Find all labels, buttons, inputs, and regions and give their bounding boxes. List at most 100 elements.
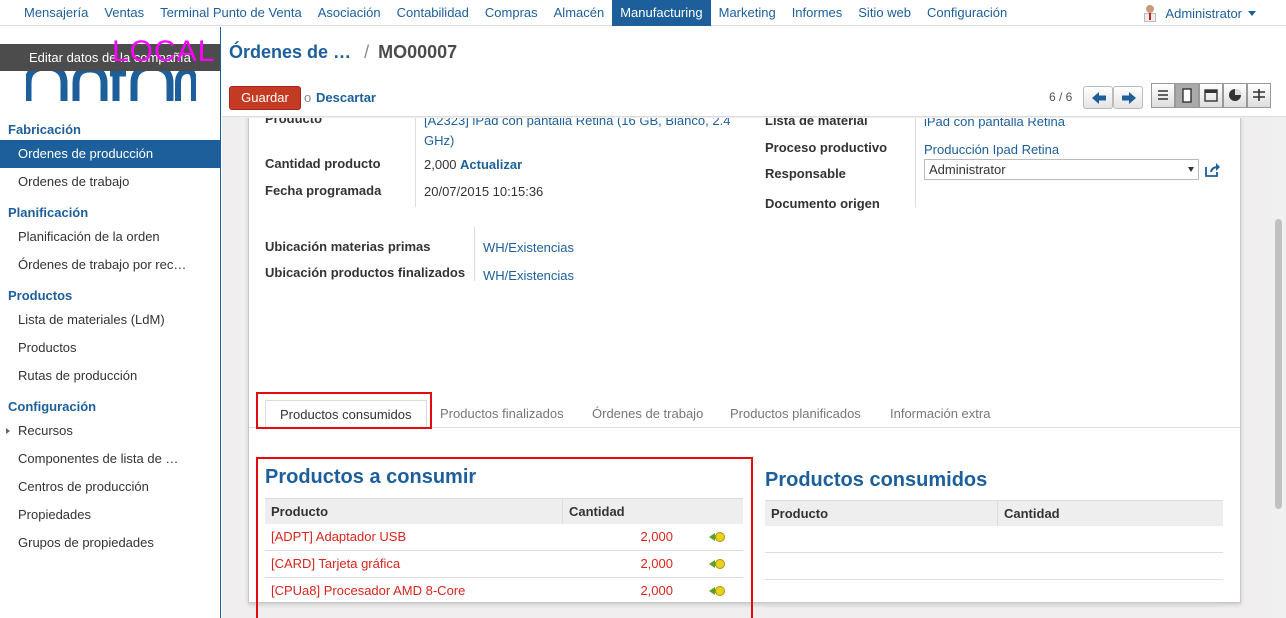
raw-location-field[interactable]: WH/Existencias <box>483 240 574 255</box>
or-text: o <box>304 90 312 105</box>
menu-marketing[interactable]: Marketing <box>711 0 784 26</box>
form-view-button[interactable] <box>1175 83 1199 108</box>
form-icon <box>1182 88 1192 103</box>
discard-button[interactable]: Descartar <box>316 90 376 105</box>
tab-productos-planificados[interactable]: Productos planificados <box>716 400 875 428</box>
tab-ordenes-trabajo[interactable]: Órdenes de trabajo <box>578 400 717 428</box>
avatar <box>1143 4 1157 22</box>
field-divider <box>474 227 475 281</box>
menu-compras[interactable]: Compras <box>477 0 546 26</box>
calendar-view-button[interactable] <box>1199 83 1223 108</box>
col-qty[interactable]: Cantidad <box>563 499 625 524</box>
consumed-title: Productos consumidos <box>765 469 988 491</box>
product-field[interactable]: [A2323] iPad con pantalla Retina (16 GB,… <box>424 118 744 151</box>
finished-location-label: Ubicación productos finalizados <box>265 265 466 280</box>
menu-almacen[interactable]: Almacén <box>546 0 613 26</box>
consume-product-icon[interactable] <box>709 531 725 543</box>
form-sheet: Producto [A2323] iPad con pantalla Retin… <box>248 118 1241 618</box>
gantt-view-button[interactable] <box>1247 83 1271 108</box>
date-field[interactable]: 20/07/2015 10:15:36 <box>424 184 543 199</box>
user-name: Administrator <box>1165 5 1242 21</box>
menu-informes[interactable]: Informes <box>784 0 851 26</box>
row-product: [ADPT] Adaptador USB <box>271 529 407 544</box>
table-row[interactable]: [CARD] Tarjeta gráfica 2,000 <box>265 551 743 578</box>
vertical-scrollbar[interactable] <box>1271 118 1286 618</box>
sidebar-item-ordenes-produccion[interactable]: Ordenes de producción <box>0 140 220 168</box>
sidebar-item-rutas[interactable]: Rutas de producción <box>0 362 220 390</box>
menu-sitio-web[interactable]: Sitio web <box>850 0 919 26</box>
table-header: Producto Cantidad <box>765 500 1223 526</box>
highlight-tab-box <box>256 392 432 429</box>
sidebar-item-planificacion-orden[interactable]: Planificación de la orden <box>0 223 220 251</box>
sidebar-item-grupos-propiedades[interactable]: Grupos de propiedades <box>0 529 220 557</box>
bom-field[interactable]: iPad con pantalla Retina <box>924 118 1065 129</box>
breadcrumb: Órdenes de … / MO00007 <box>229 42 457 63</box>
section-fabricacion: Fabricación <box>8 122 81 137</box>
graph-view-button[interactable] <box>1223 83 1247 108</box>
main-content: Órdenes de … / MO00007 Guardar o Descart… <box>222 27 1286 618</box>
responsible-select[interactable]: Administrator <box>924 159 1199 180</box>
pie-chart-icon <box>1229 89 1241 101</box>
consume-product-icon[interactable] <box>709 558 725 570</box>
consumed-table: Producto Cantidad <box>765 500 1223 618</box>
consume-product-icon[interactable] <box>709 585 725 597</box>
row-qty: 2,000 <box>640 583 673 598</box>
form-scroll-area[interactable]: Producto [A2323] iPad con pantalla Retin… <box>222 118 1271 618</box>
menu-contabilidad[interactable]: Contabilidad <box>389 0 477 26</box>
finished-location-field[interactable]: WH/Existencias <box>483 268 574 283</box>
menu-pos[interactable]: Terminal Punto de Venta <box>152 0 310 26</box>
dropdown-arrow-icon <box>1188 167 1194 172</box>
user-menu[interactable]: Administrator <box>1143 0 1256 26</box>
to-consume-title: Productos a consumir <box>265 466 477 488</box>
table-row[interactable]: [CPUa8] Procesador AMD 8-Core 2,000 <box>265 578 743 605</box>
pager-previous-button[interactable] <box>1083 86 1113 109</box>
origin-label: Documento origen <box>765 196 880 211</box>
qty-label: Cantidad producto <box>265 156 381 171</box>
chevron-down-icon <box>1248 10 1256 16</box>
pager-counter[interactable]: 6 / 6 <box>1049 90 1072 104</box>
row-qty: 2,000 <box>640 529 673 544</box>
list-view-button[interactable] <box>1151 83 1175 108</box>
routing-label: Proceso productivo <box>765 140 888 155</box>
col-product[interactable]: Producto <box>765 501 998 526</box>
menu-asociacion[interactable]: Asociación <box>310 0 389 26</box>
routing-field[interactable]: Producción Ipad Retina <box>924 142 1059 157</box>
section-planificacion: Planificación <box>8 205 89 220</box>
col-qty[interactable]: Cantidad <box>998 501 1060 526</box>
menu-manufacturing[interactable]: Manufacturing <box>612 0 711 26</box>
scrollbar-thumb[interactable] <box>1275 219 1282 509</box>
date-label: Fecha programada <box>265 183 382 198</box>
external-link-icon[interactable] <box>1205 163 1221 177</box>
tab-informacion-extra[interactable]: Información extra <box>876 400 1004 428</box>
expand-arrow-icon <box>6 428 10 434</box>
control-panel: Órdenes de … / MO00007 Guardar o Descart… <box>222 27 1286 117</box>
breadcrumb-separator: / <box>364 42 370 62</box>
sidebar-item-ldm[interactable]: Lista de materiales (LdM) <box>0 306 220 334</box>
environment-badge: LOCAL <box>112 35 216 68</box>
sidebar-item-recursos[interactable]: Recursos <box>0 417 220 445</box>
sidebar-item-productos[interactable]: Productos <box>0 334 220 362</box>
menu-mensajeria[interactable]: Mensajería <box>16 0 96 26</box>
to-consume-table: Producto Cantidad [ADPT] Adaptador USB 2… <box>265 498 743 618</box>
arrow-left-icon <box>1092 92 1106 104</box>
table-row[interactable]: [ADPT] Adaptador USB 2,000 <box>265 524 743 551</box>
breadcrumb-parent[interactable]: Órdenes de … <box>229 42 351 62</box>
sidebar-item-propiedades[interactable]: Propiedades <box>0 501 220 529</box>
col-product[interactable]: Producto <box>265 499 563 524</box>
pager-next-button[interactable] <box>1113 86 1143 109</box>
table-row <box>765 526 1223 553</box>
sidebar-item-componentes-ldm[interactable]: Componentes de lista de … <box>0 445 220 473</box>
menu-ventas[interactable]: Ventas <box>96 0 152 26</box>
sidebar-item-ordenes-trabajo[interactable]: Ordenes de trabajo <box>0 168 220 196</box>
menu-configuracion[interactable]: Configuración <box>919 0 1015 26</box>
save-button[interactable]: Guardar <box>229 86 301 110</box>
tab-productos-finalizados[interactable]: Productos finalizados <box>426 400 578 428</box>
sidebar-item-label: Recursos <box>18 423 73 438</box>
sidebar-item-centros-produccion[interactable]: Centros de producción <box>0 473 220 501</box>
responsible-value: Administrator <box>929 162 1006 177</box>
table-row <box>765 553 1223 580</box>
sidebar-item-ordenes-por-recurso[interactable]: Órdenes de trabajo por rec… <box>0 251 220 279</box>
table-header: Producto Cantidad <box>265 498 743 524</box>
update-qty-button[interactable]: Actualizar <box>460 157 522 172</box>
qty-field[interactable]: 2,000 <box>424 157 457 172</box>
